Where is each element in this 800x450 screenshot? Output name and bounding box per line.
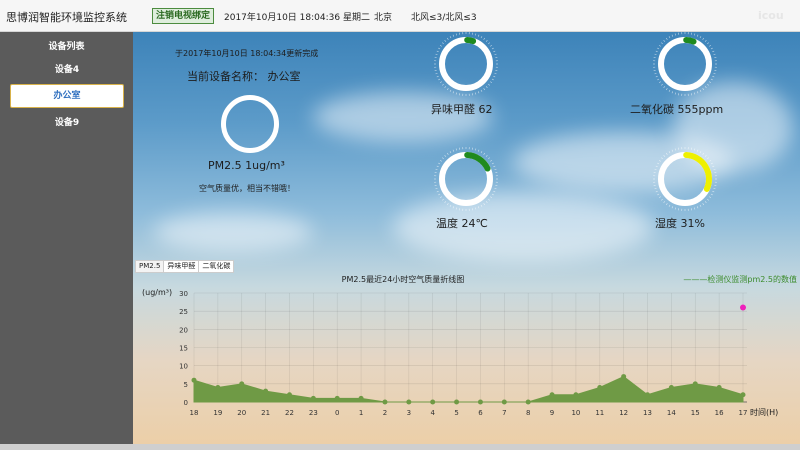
data-point [597,384,603,390]
x-tick-label: 20 [237,409,246,417]
x-tick-label: 9 [550,409,554,417]
x-tick-label: 22 [285,409,294,417]
data-point [310,395,316,401]
data-point [430,399,436,405]
x-tick-label: 6 [478,409,483,417]
data-point [191,377,197,383]
data-point [382,399,388,405]
city-label: 北京 [374,13,393,23]
current-datetime: 2017年10月10日 18:04:36 星期二 [224,13,370,23]
data-point [573,392,579,398]
data-point [692,381,698,387]
x-tick-label: 5 [454,409,458,417]
y-tick-label: 25 [179,308,188,316]
x-tick-label: 2 [383,409,387,417]
app-title: 思博润智能环境监控系统 [6,11,127,24]
sidebar-item-label: 设备9 [54,118,80,128]
data-point [740,392,746,398]
dashboard-main: 于2017年10月10日 18:04:34更新完成 当前设备名称： 办公室 PM… [133,32,800,444]
x-tick-label: 15 [691,409,700,417]
x-tick-label: 21 [261,409,270,417]
data-point [263,388,269,394]
x-tick-label: 18 [190,409,199,417]
chart-legend: ———检测仪监测pm2.5的数值 [683,274,797,284]
x-tick-label: 23 [309,409,318,417]
header-bar: 思博润智能环境监控系统 注销电视绑定 2017年10月10日 18:04:36 … [0,0,800,32]
data-point [621,374,627,380]
y-axis-label: (ug/m³) [142,288,172,297]
brand-logo: icou [758,9,784,22]
x-axis-label: 时间(H) [750,407,778,417]
data-point [215,384,221,390]
data-point [525,399,531,405]
data-point [668,384,674,390]
x-tick-label: 1 [359,409,363,417]
y-tick-label: 10 [179,363,188,371]
wind-info: 北风≤3/北风≤3 [411,13,477,23]
x-tick-label: 10 [571,409,580,417]
unbind-tv-button[interactable]: 注销电视绑定 [152,8,215,24]
pm25-area [193,375,744,403]
data-point [477,399,483,405]
x-tick-label: 19 [213,409,222,417]
data-point [239,381,245,387]
x-tick-label: 16 [715,409,724,417]
data-point [406,399,412,405]
sidebar-item-device9[interactable]: 设备9 [10,111,124,135]
chart-title: PM2.5最近24小时空气质量折线图 [342,274,465,284]
device-sidebar: 设备列表 设备4 办公室 设备9 [0,32,133,444]
y-tick-label: 30 [179,290,188,298]
data-point [501,399,507,405]
x-tick-label: 7 [502,409,506,417]
x-tick-label: 8 [526,409,530,417]
x-tick-label: 0 [335,409,339,417]
sidebar-item-office[interactable]: 办公室 [10,84,124,108]
data-point [716,384,722,390]
x-tick-label: 14 [667,409,676,417]
x-tick-label: 12 [619,409,628,417]
y-tick-label: 0 [184,399,188,407]
data-point [358,395,364,401]
device-list-title: 设备列表 [48,42,85,52]
sidebar-item-device4[interactable]: 设备4 [10,58,124,82]
x-tick-label: 17 [739,409,748,417]
x-tick-label: 13 [643,409,652,417]
y-tick-label: 15 [179,345,188,353]
sidebar-item-label: 设备4 [54,65,80,75]
sidebar-item-label: 办公室 [53,91,81,101]
x-tick-label: 3 [407,409,411,417]
pm25-line-chart: PM2.5最近24小时空气质量折线图 ———检测仪监测pm2.5的数值 (ug/… [142,274,797,417]
y-tick-label: 5 [184,381,188,389]
current-value-point [740,304,746,311]
x-tick-label: 4 [430,409,435,417]
data-point [286,392,292,398]
x-tick-label: 11 [595,409,604,417]
y-tick-label: 20 [179,326,188,334]
data-point [645,392,651,398]
data-point [454,399,460,405]
bottom-bar [0,444,800,450]
data-point [334,395,340,401]
data-point [549,392,555,398]
